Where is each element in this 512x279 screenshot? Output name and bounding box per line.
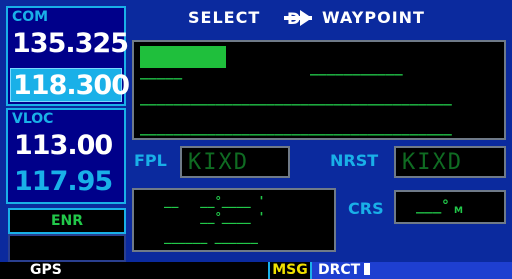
crs-field[interactable]: ___° M <box>394 190 506 224</box>
waypoint-id-dashes: _____ <box>140 64 183 80</box>
vloc-panel: VLOC 113.00 117.95 <box>6 108 126 204</box>
gps-status: GPS <box>30 262 62 278</box>
drct-annunciator[interactable]: DRCT <box>312 262 512 279</box>
waypoint-facility-dashes: ___________ <box>310 60 403 76</box>
crs-label: CRS <box>348 199 384 218</box>
position-info-box: __ __°____ ' __°____ ' ______ ______ <box>132 188 336 252</box>
mode-box: ENR <box>8 208 126 234</box>
page-title-right: WAYPOINT <box>322 8 425 27</box>
vloc-standby-frequency[interactable]: 117.95 <box>14 168 113 195</box>
vloc-label: VLOC <box>12 111 54 127</box>
nrst-label: NRST <box>330 151 379 170</box>
crs-value: ___° <box>416 198 450 214</box>
com-panel: COM 135.325 118.300 <box>6 6 130 106</box>
empty-annunciator-box <box>8 234 126 262</box>
fpl-field[interactable]: KIXD <box>180 146 290 178</box>
com-active-frequency[interactable]: 135.325 <box>12 30 129 57</box>
vloc-active-frequency[interactable]: 113.00 <box>14 132 113 159</box>
fpl-label: FPL <box>134 151 167 170</box>
direct-to-icon: D <box>284 9 314 28</box>
position-dashes-bottom: ______ ______ <box>164 230 258 244</box>
waypoint-info-box[interactable]: _____ ___________ ______________________… <box>132 40 506 140</box>
msg-annunciator[interactable]: MSG <box>270 262 310 279</box>
fpl-value: KIXD <box>188 150 249 175</box>
position-dashes-mid: __°____ ' <box>164 210 266 224</box>
nrst-field[interactable]: KIXD <box>394 146 506 178</box>
com-label: COM <box>12 9 49 25</box>
com-standby-frequency-box[interactable]: 118.300 <box>10 68 130 102</box>
nrst-value: KIXD <box>402 150 463 175</box>
crs-unit: M <box>454 206 463 216</box>
waypoint-city-dashes: _____________________________________ <box>140 120 452 136</box>
page-title-left: SELECT <box>188 8 261 27</box>
position-dashes-top: __ __°____ ' <box>164 194 266 208</box>
mode-label: ENR <box>50 213 84 229</box>
waypoint-name-dashes: _____________________________________ <box>140 90 452 106</box>
svg-text:D: D <box>287 9 300 27</box>
cursor-block-icon <box>364 263 371 275</box>
drct-label: DRCT <box>318 262 361 278</box>
com-standby-frequency: 118.300 <box>13 70 130 101</box>
